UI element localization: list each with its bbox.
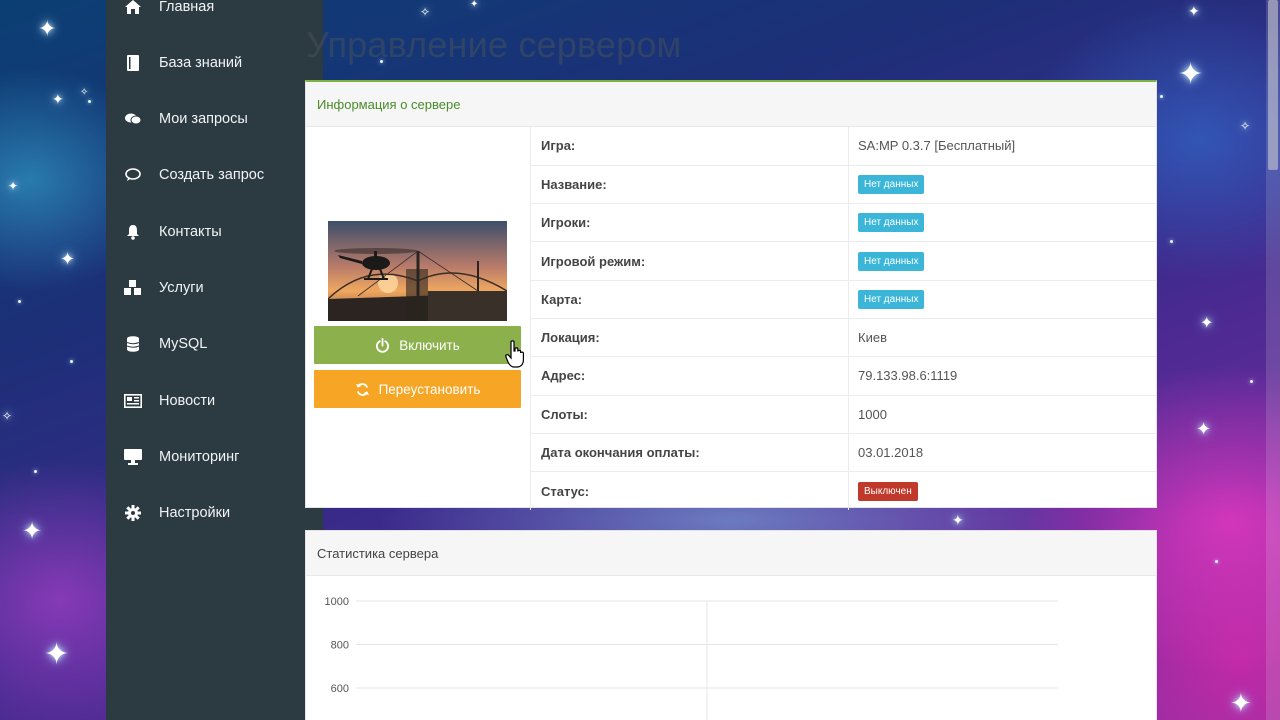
- info-row: Локация: Киев: [530, 317, 1156, 357]
- sidebar-item-label: Главная: [159, 0, 215, 15]
- no-data-badge: Нет данных: [858, 174, 925, 194]
- info-row-value-cell: 03.01.2018: [848, 432, 1156, 472]
- info-row-key: Игровой режим:: [530, 241, 849, 281]
- info-row-value-cell: Выключен: [848, 471, 1156, 510]
- page-title: Управление сервером: [306, 24, 682, 65]
- sidebar-item-services[interactable]: Услуги: [106, 268, 323, 308]
- sidebar-item-monitoring[interactable]: Мониторинг: [106, 437, 323, 477]
- info-row-value-cell: Нет данных: [848, 279, 1156, 319]
- server-actions-column: Включить Переустановить: [306, 127, 530, 508]
- server-stats-panel: Статистика сервера 1000 800 600: [305, 530, 1157, 720]
- sidebar-item-label: Новости: [159, 393, 216, 409]
- sidebar-item-settings[interactable]: Настройки: [106, 493, 323, 533]
- bell-icon: [123, 222, 143, 242]
- info-row-value-cell: 1000: [848, 394, 1156, 434]
- info-row-value: 1000: [858, 406, 887, 422]
- start-server-label: Включить: [399, 337, 460, 353]
- info-row: Название: Нет данных: [530, 164, 1156, 204]
- newspaper-icon: [123, 391, 143, 411]
- sidebar-item-news[interactable]: Новости: [106, 381, 323, 421]
- server-stats-heading: Статистика сервера: [306, 531, 1156, 576]
- server-info-panel: Информация о сервере Включить Переустано…: [305, 80, 1157, 510]
- sidebar-item-contacts[interactable]: Контакты: [106, 212, 323, 252]
- no-data-badge: Нет данных: [858, 213, 925, 233]
- info-row-value: Киев: [858, 330, 887, 346]
- sidebar-item-label: Контакты: [159, 224, 222, 240]
- no-data-badge: Нет данных: [858, 251, 925, 271]
- chart-y-tick-label: 600: [331, 683, 349, 695]
- sidebar-item-create-request[interactable]: Создать запрос: [106, 155, 323, 195]
- info-row: Игровой режим: Нет данных: [530, 241, 1156, 281]
- info-row-value-cell: 79.133.98.6:1119: [848, 356, 1156, 396]
- info-row: Карта: Нет данных: [530, 279, 1156, 319]
- info-row: Игра: SA:MP 0.3.7 [Бесплатный]: [530, 127, 1157, 166]
- info-row: Адрес: 79.133.98.6:1119: [530, 356, 1156, 396]
- info-row: Статус: Выключен: [530, 471, 1156, 510]
- chart-y-tick-label: 800: [331, 640, 349, 652]
- status-badge: Выключен: [858, 481, 918, 501]
- sidebar-item-home[interactable]: Главная: [106, 0, 323, 27]
- info-row-key: Карта:: [530, 279, 849, 319]
- server-stats-chart: 1000 800 600: [325, 596, 1058, 720]
- info-row: Дата окончания оплаты: 03.01.2018: [530, 432, 1156, 472]
- sidebar-item-label: Мониторинг: [159, 449, 240, 465]
- chat-bubble-icon: [123, 165, 143, 185]
- info-row-value: 79.133.98.6:1119: [858, 368, 958, 384]
- sidebar-item-label: MySQL: [159, 336, 208, 352]
- chat-bubbles-icon: [123, 109, 143, 129]
- sidebar-item-label: Услуги: [159, 280, 204, 296]
- sidebar-item-label: База знаний: [159, 55, 243, 71]
- info-row-key: Дата окончания оплаты:: [530, 432, 849, 472]
- sidebar: Главная База знаний Мои запросы Создать …: [106, 0, 323, 720]
- no-data-badge: Нет данных: [858, 289, 925, 309]
- info-row-key: Статус:: [530, 471, 849, 510]
- book-icon: [123, 53, 143, 73]
- info-row-value-cell: Нет данных: [848, 203, 1156, 242]
- info-row-value-cell: Нет данных: [848, 241, 1156, 281]
- home-icon: [123, 0, 143, 17]
- info-row-value-cell: Киев: [848, 317, 1156, 357]
- power-icon: [375, 337, 390, 353]
- sidebar-item-label: Создать запрос: [159, 167, 265, 183]
- server-info-table: Игра: SA:MP 0.3.7 [Бесплатный] Название: Не…: [530, 127, 1156, 510]
- sidebar-item-label: Мои запросы: [159, 111, 248, 127]
- cubes-icon: [123, 278, 143, 298]
- info-row-key: Локация:: [530, 317, 849, 357]
- info-row-key: Игроки:: [530, 203, 849, 242]
- info-row-key: Адрес:: [530, 356, 849, 396]
- start-server-button[interactable]: Включить: [314, 326, 521, 364]
- info-row-key: Название:: [530, 164, 849, 204]
- info-row-key: Слоты:: [530, 394, 849, 434]
- reinstall-server-button[interactable]: Переустановить: [314, 370, 521, 408]
- chart-y-tick-label: 1000: [325, 596, 349, 608]
- server-info-heading: Информация о сервере: [306, 82, 1156, 127]
- database-icon: [123, 334, 143, 354]
- info-row-key: Игра:: [530, 127, 849, 166]
- info-row-value: 03.01.2018: [858, 445, 924, 461]
- info-row-value: SA:MP 0.3.7 [Бесплатный]: [858, 138, 1016, 154]
- gear-icon: [123, 503, 143, 523]
- refresh-icon: [355, 382, 370, 397]
- scrollbar-thumb[interactable]: [1268, 0, 1278, 170]
- sidebar-item-mysql[interactable]: MySQL: [106, 324, 323, 364]
- sidebar-item-my-requests[interactable]: Мои запросы: [106, 99, 323, 139]
- server-game-image: [328, 221, 507, 321]
- reinstall-server-label: Переустановить: [378, 381, 481, 397]
- sidebar-item-knowledge-base[interactable]: База знаний: [106, 43, 323, 83]
- desktop-icon: [123, 447, 143, 467]
- info-row: Слоты: 1000: [530, 394, 1156, 434]
- info-row: Игроки: Нет данных: [530, 203, 1156, 242]
- info-row-value-cell: SA:MP 0.3.7 [Бесплатный]: [849, 127, 1157, 165]
- sidebar-item-label: Настройки: [159, 505, 231, 521]
- info-row-value-cell: Нет данных: [848, 164, 1156, 204]
- page-scrollbar[interactable]: [1266, 0, 1280, 720]
